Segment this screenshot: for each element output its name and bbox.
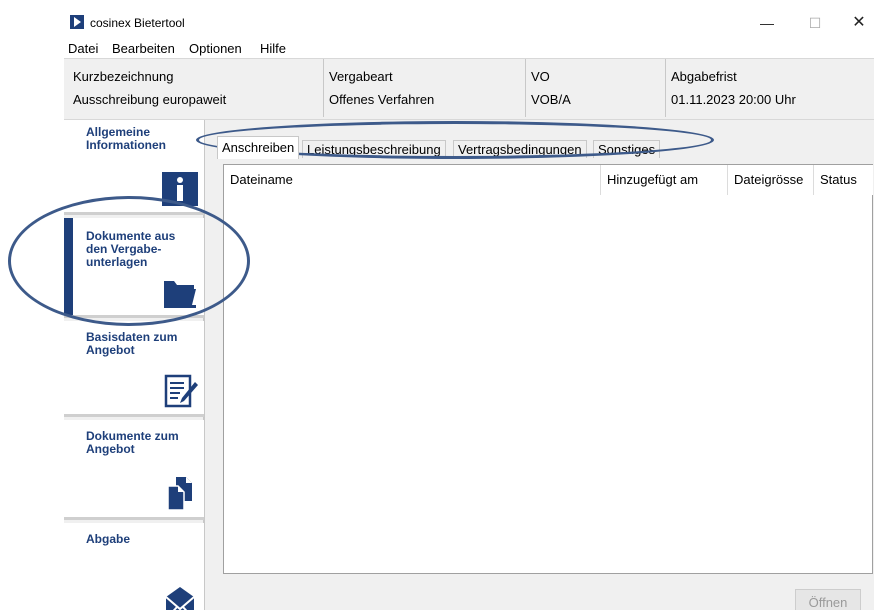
menu-datei[interactable]: Datei <box>68 41 98 56</box>
sidebar-item-allgemeine-informationen[interactable]: Allgemeine Informationen <box>64 120 204 215</box>
info-icon <box>162 172 198 206</box>
column-header-dateiname[interactable]: Dateiname <box>224 165 600 195</box>
title-bar: cosinex Bietertool — ☐ ✕ <box>64 8 874 38</box>
menu-bar: Datei Bearbeiten Optionen Hilfe <box>64 38 874 58</box>
sidebar-item-basisdaten-angebot[interactable]: Basisdaten zum Angebot <box>64 321 204 417</box>
sidebar-item-abgabe[interactable]: Abgabe <box>64 523 204 610</box>
sidebar-item-label: Basisdaten zum Angebot <box>86 330 178 357</box>
edit-document-icon <box>162 374 198 408</box>
info-value: 01.11.2023 20:00 Uhr <box>671 92 796 107</box>
tab-sonstiges[interactable]: Sonstiges <box>593 140 661 158</box>
sidebar-item-label: Allgemeine Informationen <box>86 125 166 152</box>
column-header-status[interactable]: Status <box>813 165 873 195</box>
tab-vertragsbedingungen[interactable]: Vertragsbedingungen <box>453 140 587 158</box>
info-value: Offenes Verfahren <box>329 92 435 107</box>
menu-hilfe[interactable]: Hilfe <box>260 41 286 56</box>
column-header-dateigroesse[interactable]: Dateigrösse <box>727 165 813 195</box>
info-value: VOB/A <box>531 92 571 107</box>
file-table: Dateiname Hinzugefügt am Dateigrösse Sta… <box>223 164 873 574</box>
sidebar-item-label: Abgabe <box>86 532 131 546</box>
app-window: cosinex Bietertool — ☐ ✕ Datei Bearbeite… <box>64 8 874 610</box>
info-vergabeart: Vergabeart Offenes Verfahren <box>323 59 525 117</box>
app-logo-icon <box>70 15 84 29</box>
tab-leistungsbeschreibung[interactable]: Leistungsbeschreibung <box>302 140 446 158</box>
sidebar-item-label: Dokumente aus den Vergabe-unterlagen <box>86 229 176 269</box>
menu-bearbeiten[interactable]: Bearbeiten <box>112 41 175 56</box>
envelope-icon <box>162 585 198 610</box>
documents-icon <box>162 477 198 511</box>
info-value: Ausschreibung europaweit <box>73 92 227 107</box>
close-button[interactable]: ✕ <box>836 8 874 38</box>
tender-info-bar: Kurzbezeichnung Ausschreibung europaweit… <box>64 58 874 120</box>
sidebar-item-dokumente-vergabeunterlagen[interactable]: Dokumente aus den Vergabe-unterlagen <box>64 218 204 318</box>
info-vo: VO VOB/A <box>525 59 665 117</box>
column-header-hinzugefuegt[interactable]: Hinzugefügt am <box>600 165 727 195</box>
info-label: Vergabeart <box>329 69 393 84</box>
info-label: Kurzbezeichnung <box>73 69 174 84</box>
info-label: Abgabefrist <box>671 69 737 84</box>
info-kurzbezeichnung: Kurzbezeichnung Ausschreibung europaweit <box>68 59 323 117</box>
sidebar: Allgemeine Informationen Dokumente aus d… <box>64 120 205 610</box>
tab-anschreiben[interactable]: Anschreiben <box>217 136 300 159</box>
info-label: VO <box>531 69 550 84</box>
minimize-button[interactable]: — <box>744 8 790 38</box>
sidebar-item-dokumente-angebot[interactable]: Dokumente zum Angebot <box>64 420 204 520</box>
maximize-button[interactable]: ☐ <box>792 8 838 38</box>
menu-optionen[interactable]: Optionen <box>189 41 242 56</box>
window-title: cosinex Bietertool <box>90 16 185 30</box>
sidebar-item-label: Dokumente zum Angebot <box>86 429 179 456</box>
open-button[interactable]: Öffnen <box>795 589 861 610</box>
main-content: Anschreiben Leistungsbeschreibung Vertra… <box>207 120 874 610</box>
info-abgabefrist: Abgabefrist 01.11.2023 20:00 Uhr <box>665 59 870 117</box>
folder-icon <box>162 275 198 309</box>
active-indicator <box>64 218 73 315</box>
